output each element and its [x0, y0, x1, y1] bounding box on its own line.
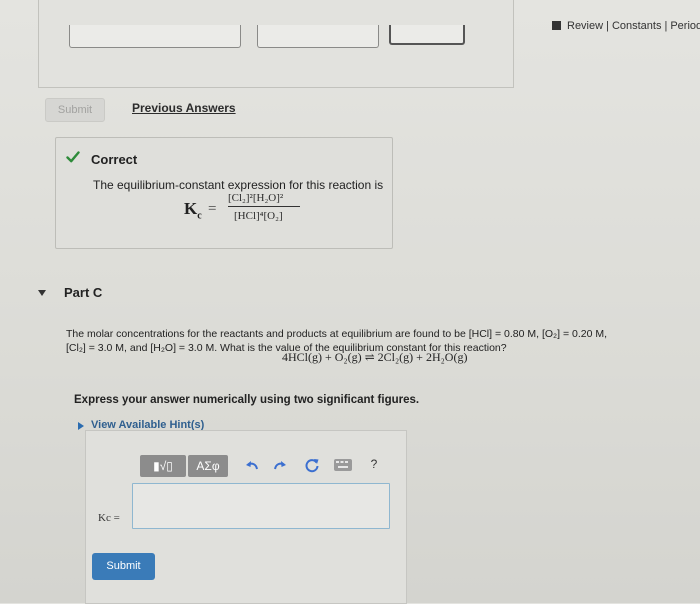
undo-icon[interactable] — [244, 458, 260, 474]
kc-answer-label: Kc = — [98, 512, 120, 524]
kc-expression: Kc = [Cl₂]²[H₂O]² [HCl]⁴[O₂] — [184, 192, 304, 233]
constants-link[interactable]: Constants — [612, 20, 662, 32]
previous-part-answer-box — [38, 0, 514, 88]
periodic-table-link[interactable]: Periodic — [670, 20, 700, 32]
submit-button[interactable]: Submit — [92, 553, 155, 580]
fraction-denominator: [HCl]⁴[O₂] — [234, 210, 283, 222]
previous-answers-link[interactable]: Previous Answers — [132, 101, 236, 115]
reset-icon[interactable] — [304, 457, 320, 473]
keyboard-icon[interactable] — [333, 458, 353, 472]
part-title: Part C — [64, 285, 103, 300]
answer-input[interactable] — [132, 483, 390, 529]
top-links: Review|Constants|Periodic — [552, 20, 700, 32]
part-collapse-icon[interactable] — [38, 290, 46, 296]
answer-slot-2[interactable] — [257, 25, 379, 48]
answer-slot-1[interactable] — [69, 25, 241, 48]
fraction-numerator: [Cl₂]²[H₂O]² — [228, 192, 284, 204]
reaction-equation: 4HCl(g) + O₂(g) ⇌ 2Cl₂(g) + 2H₂O(g) — [282, 350, 468, 364]
redo-icon[interactable] — [272, 458, 288, 474]
help-icon[interactable]: ? — [366, 456, 382, 472]
review-link[interactable]: Review — [567, 20, 603, 32]
kc-subscript: c — [197, 210, 202, 222]
review-square-icon — [552, 21, 561, 30]
answer-slot-3[interactable] — [389, 25, 465, 45]
feedback-text: The equilibrium-constant expression for … — [93, 178, 384, 192]
symbols-button[interactable]: ΑΣφ — [188, 455, 228, 477]
instruction-text: Express your answer numerically using tw… — [74, 394, 420, 406]
template-button[interactable]: ▮√▯ — [140, 455, 186, 477]
kc-symbol: K — [184, 199, 198, 218]
correct-label: Correct — [91, 152, 138, 167]
question-line-1: The molar concentrations for the reactan… — [66, 328, 608, 340]
checkmark-icon — [66, 151, 80, 163]
fraction-bar — [228, 206, 300, 207]
submit-button-disabled[interactable]: Submit — [45, 98, 105, 122]
hint-expand-icon[interactable] — [78, 422, 84, 430]
